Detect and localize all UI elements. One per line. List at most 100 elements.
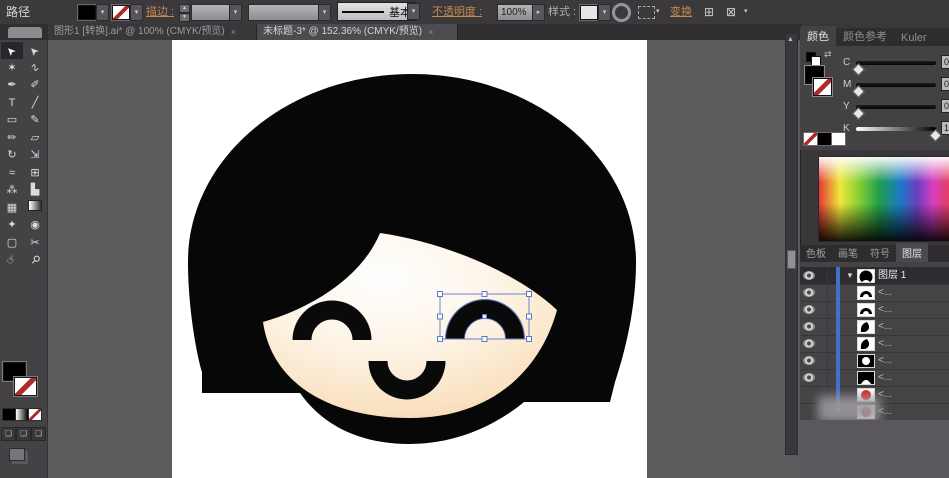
visibility-eye-icon[interactable] (803, 271, 815, 280)
visibility-eye-icon[interactable] (803, 356, 815, 365)
draw-normal-button[interactable]: ❏ (1, 427, 16, 441)
align-icon[interactable]: ⊞ (704, 0, 714, 24)
tab-symbols[interactable]: 符号 (864, 243, 896, 262)
stroke-color-well[interactable] (112, 5, 130, 20)
tab-kuler[interactable]: Kuler (894, 30, 934, 46)
opacity-dropdown[interactable]: ▸ (532, 4, 545, 21)
style-swatch[interactable] (580, 5, 598, 20)
stroke-proxy-swatch[interactable] (14, 377, 37, 396)
cyan-value-field[interactable]: 0 (941, 55, 949, 69)
white-swatch[interactable] (831, 132, 846, 146)
fill-color-dropdown[interactable]: ▾ (96, 4, 109, 21)
scroll-up-arrow[interactable]: ▲ (787, 36, 794, 43)
layer-label[interactable]: <... (878, 352, 892, 369)
close-icon[interactable]: × (428, 24, 433, 40)
draw-inside-button[interactable]: ❏ (31, 427, 46, 441)
none-swatch[interactable] (803, 132, 818, 146)
artboard[interactable] (172, 40, 647, 478)
symbol-sprayer-tool[interactable]: ⁂ (1, 182, 23, 199)
layer-thumbnail[interactable] (857, 320, 875, 334)
stroke-weight-dropdown[interactable]: ▾ (229, 4, 242, 21)
document-setup-icon[interactable] (638, 6, 655, 19)
visibility-eye-icon[interactable] (803, 339, 815, 348)
layer-row[interactable]: <... (800, 301, 949, 319)
layer-thumbnail[interactable] (857, 286, 875, 300)
rotate-tool[interactable]: ↻ (1, 147, 23, 164)
black-value-field[interactable]: 100 (941, 121, 949, 135)
black-swatch[interactable] (817, 132, 832, 146)
girl-face-artwork[interactable] (172, 40, 647, 478)
visibility-eye-icon[interactable] (803, 373, 815, 382)
magenta-value-field[interactable]: 0 (941, 77, 949, 91)
layer-label[interactable]: <... (878, 318, 892, 335)
document-setup-dropdown[interactable]: ▾ (656, 0, 660, 24)
tab-layers[interactable]: 图层 (896, 243, 928, 262)
distribute-icon[interactable]: ⊠ (726, 0, 736, 24)
layer-label[interactable]: <... (878, 369, 892, 386)
layer-row[interactable]: <... (800, 284, 949, 302)
layer-row[interactable]: ▼ 图层 1 (800, 267, 949, 285)
layer-label[interactable]: <... (878, 386, 892, 403)
yellow-slider-track[interactable] (856, 105, 936, 109)
cyan-slider-handle[interactable] (852, 63, 865, 76)
visibility-eye-icon[interactable] (803, 305, 815, 314)
black-slider-handle[interactable] (929, 129, 942, 142)
tab-brushes[interactable]: 画笔 (832, 243, 864, 262)
type-tool[interactable]: T (1, 95, 23, 112)
paintbrush-tool[interactable]: ✎ (24, 112, 46, 129)
scale-tool[interactable]: ⇲ (24, 147, 46, 164)
artboard-tool[interactable]: ▢ (1, 235, 23, 252)
draw-behind-button[interactable]: ❏ (16, 427, 31, 441)
recolor-artwork-icon[interactable] (612, 3, 631, 22)
blend-tool[interactable]: ◉ (24, 217, 46, 234)
transform-link[interactable]: 变换 (670, 0, 692, 24)
width-profile-dropdown[interactable]: ▾ (318, 4, 331, 21)
color-mode-button[interactable] (2, 408, 16, 421)
layer-label[interactable]: <... (878, 403, 892, 420)
eraser-tool[interactable]: ▱ (24, 130, 46, 147)
visibility-eye-icon[interactable] (803, 288, 815, 297)
yellow-slider-handle[interactable] (852, 107, 865, 120)
style-dropdown[interactable]: ▾ (598, 4, 611, 21)
black-slider-track[interactable] (856, 127, 936, 131)
document-tab-1[interactable]: 图形1 [转换].ai* @ 100% (CMYK/预览) × (48, 24, 257, 40)
layer-label[interactable]: <... (878, 301, 892, 318)
line-segment-tool[interactable]: ╱ (24, 95, 46, 112)
stroke-weight-field[interactable] (191, 4, 231, 21)
mesh-tool[interactable]: ▦ (1, 200, 23, 217)
gradient-tool[interactable] (24, 200, 46, 217)
layer-thumbnail[interactable] (857, 337, 875, 351)
layer-thumbnail[interactable] (857, 354, 875, 368)
layer-row[interactable]: <... (800, 352, 949, 370)
layer-thumbnail[interactable] (857, 269, 875, 283)
layer-label[interactable]: 图层 1 (878, 267, 906, 284)
direct-selection-tool[interactable]: ➤ (24, 42, 46, 59)
opacity-link[interactable]: 不透明度 : (432, 0, 482, 24)
align-dropdown[interactable]: ▾ (744, 0, 748, 24)
layer-label[interactable]: <... (878, 284, 892, 301)
free-transform-tool[interactable]: ⊞ (24, 165, 46, 182)
gradient-mode-button[interactable] (15, 408, 29, 421)
close-icon[interactable]: × (231, 24, 236, 40)
stroke-style-combo[interactable]: 基本 (337, 2, 416, 21)
tab-color-guide[interactable]: 颜色参考 (836, 26, 894, 46)
tab-swatches[interactable]: 色板 (800, 243, 832, 262)
magic-wand-tool[interactable]: ✶ (1, 60, 23, 77)
stroke-weight-stepper[interactable]: ▲▼ (179, 4, 190, 20)
column-graph-tool[interactable]: ▙ (24, 182, 46, 199)
visibility-eye-icon[interactable] (803, 322, 815, 331)
magenta-slider-handle[interactable] (852, 85, 865, 98)
layer-thumbnail[interactable] (857, 303, 875, 317)
magenta-slider-track[interactable] (856, 83, 936, 87)
stroke-link[interactable]: 描边 : (146, 0, 174, 24)
scrollbar-thumb[interactable] (787, 250, 796, 269)
layer-row[interactable]: <... (800, 369, 949, 387)
curvature-pen-tool[interactable]: ✐ (24, 77, 46, 94)
disclosure-triangle-icon[interactable]: ▼ (846, 272, 854, 280)
width-tool[interactable]: ≈ (1, 165, 23, 182)
layer-thumbnail[interactable] (857, 371, 875, 385)
screen-mode-button[interactable] (9, 448, 25, 461)
tab-color[interactable]: 颜色 (800, 26, 836, 46)
selection-tool[interactable]: ➤ (1, 42, 23, 59)
lasso-tool[interactable]: ∿ (24, 60, 46, 77)
